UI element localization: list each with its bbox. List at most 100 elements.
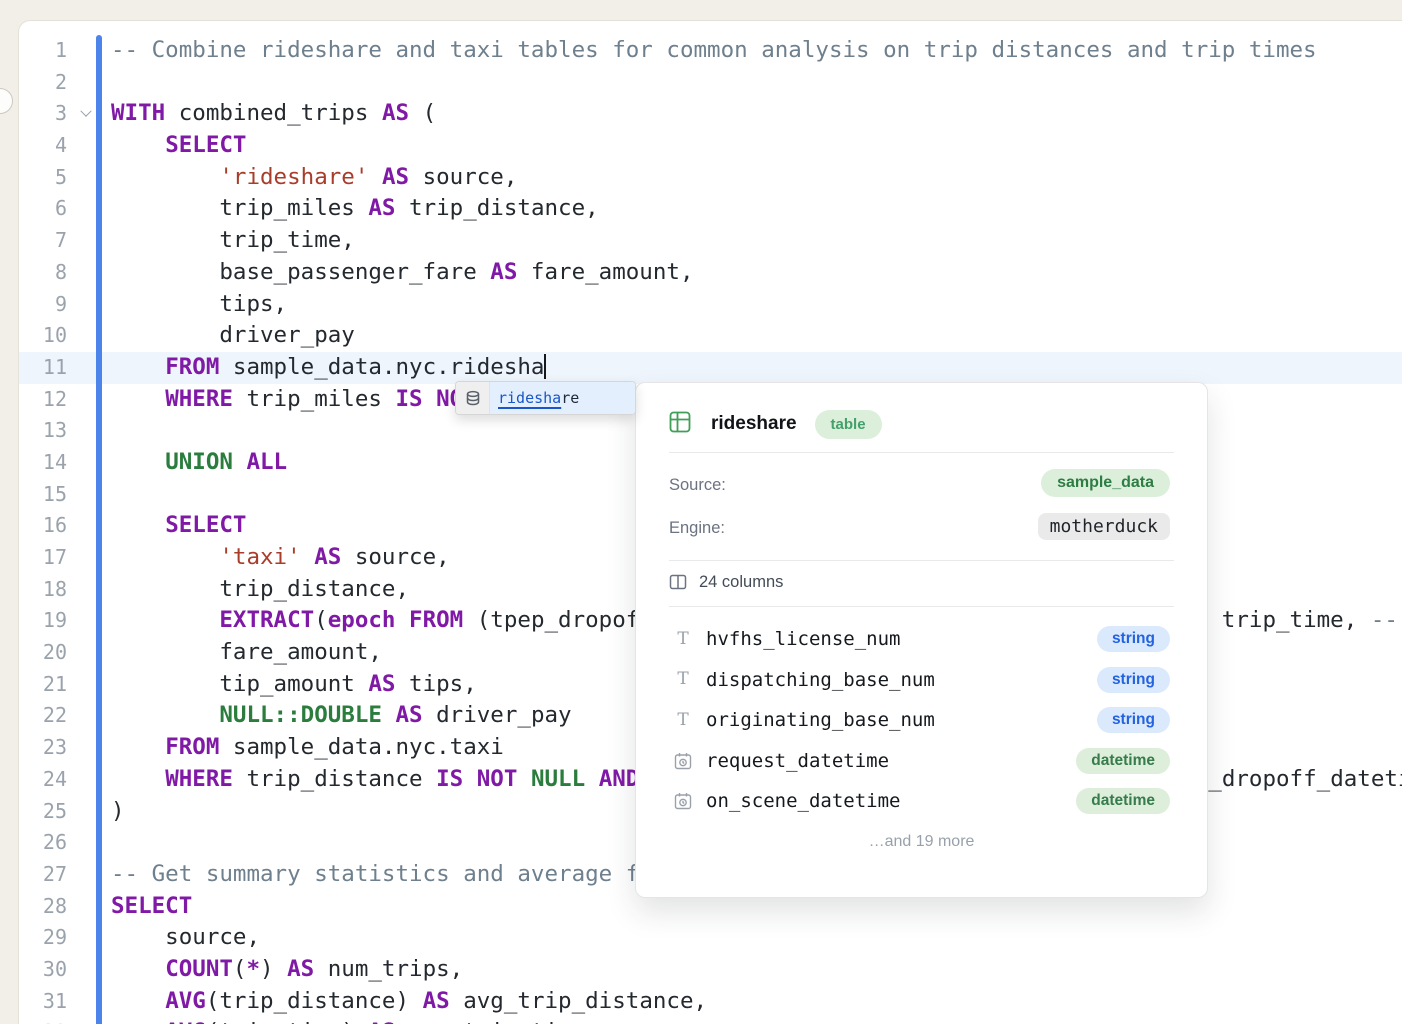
- line-number: 10: [19, 320, 67, 352]
- line-number: 6: [19, 193, 67, 225]
- code-line[interactable]: 9 tips,: [19, 289, 1402, 321]
- column-name: hvfhs_license_num: [706, 628, 900, 650]
- code-line[interactable]: 7 trip_time,: [19, 225, 1402, 257]
- line-number: 17: [19, 542, 67, 574]
- table-info-popover: rideshare table Source: sample_data Engi…: [635, 382, 1208, 898]
- fold-spacer: [75, 35, 97, 67]
- suggestion-matched-text: ridesha: [498, 389, 561, 407]
- code-line[interactable]: 31 AVG(trip_distance) AS avg_trip_distan…: [19, 986, 1402, 1018]
- column-row: on_scene_datetimedatetime: [669, 787, 1170, 815]
- cell-indicator-bar: [96, 35, 102, 1024]
- fold-spacer: [75, 289, 97, 321]
- fold-spacer: [75, 859, 97, 891]
- fold-spacer: [75, 542, 97, 574]
- code-line-text: FROM sample_data.nyc.ridesha: [111, 352, 1402, 384]
- code-line-text: base_passenger_fare AS fare_amount,: [111, 257, 1402, 289]
- fold-spacer: [75, 510, 97, 542]
- line-number: 16: [19, 510, 67, 542]
- suggestion-rest-text: re: [561, 389, 579, 407]
- line-number: 4: [19, 130, 67, 162]
- line-number: 1: [19, 35, 67, 67]
- source-value-badge: sample_data: [1041, 469, 1170, 497]
- code-line[interactable]: 5 'rideshare' AS source,: [19, 162, 1402, 194]
- code-line[interactable]: 6 trip_miles AS trip_distance,: [19, 193, 1402, 225]
- fold-spacer: [75, 384, 97, 416]
- database-icon: [456, 382, 490, 414]
- column-row: Tdispatching_base_num string: [669, 666, 1170, 694]
- calendar-clock-icon: [673, 752, 693, 770]
- line-number: 24: [19, 764, 67, 796]
- line-number: 22: [19, 700, 67, 732]
- line-number: 9: [19, 289, 67, 321]
- line-number: 29: [19, 922, 67, 954]
- code-line-text: SELECT: [111, 130, 1402, 162]
- code-line[interactable]: 10 driver_pay: [19, 320, 1402, 352]
- code-line[interactable]: 1 -- Combine rideshare and taxi tables fo…: [19, 35, 1402, 67]
- fold-spacer: [75, 922, 97, 954]
- line-number: 5: [19, 162, 67, 194]
- engine-label: Engine:: [669, 519, 725, 538]
- code-line-text: -- Combine rideshare and taxi tables for…: [111, 35, 1402, 67]
- line-number: 26: [19, 827, 67, 859]
- line-number: 13: [19, 415, 67, 447]
- divider: [669, 560, 1174, 561]
- code-line[interactable]: 32 AVG(trip_time) AS avg_trip_time,: [19, 1017, 1402, 1024]
- text-type-icon: T: [673, 712, 693, 729]
- fold-spacer: [75, 891, 97, 923]
- fold-chevron-icon[interactable]: [75, 98, 97, 130]
- code-line-text: tips,: [111, 289, 1402, 321]
- line-number: 12: [19, 384, 67, 416]
- code-line[interactable]: 11 FROM sample_data.nyc.ridesha: [19, 352, 1402, 384]
- code-line[interactable]: 4 SELECT: [19, 130, 1402, 162]
- column-type-badge: string: [1097, 626, 1170, 652]
- line-number: 8: [19, 257, 67, 289]
- code-line[interactable]: 3 WITH combined_trips AS (: [19, 98, 1402, 130]
- autocomplete-suggestion-rideshare[interactable]: rideshare: [490, 382, 635, 414]
- code-line[interactable]: 30 COUNT(*) AS num_trips,: [19, 954, 1402, 986]
- line-number: 18: [19, 574, 67, 606]
- line-number: 3: [19, 98, 67, 130]
- line-number: 23: [19, 732, 67, 764]
- fold-spacer: [75, 352, 97, 384]
- columns-count-row: 24 columns: [669, 569, 783, 595]
- column-name: request_datetime: [706, 750, 889, 772]
- autocomplete-popup: rideshare: [455, 381, 636, 415]
- divider: [669, 606, 1174, 607]
- fold-spacer: [75, 479, 97, 511]
- fold-spacer: [75, 67, 97, 99]
- column-name: originating_base_num: [706, 709, 935, 731]
- text-type-icon: T: [673, 631, 693, 648]
- code-line-text: WITH combined_trips AS (: [111, 98, 1402, 130]
- fold-spacer: [75, 320, 97, 352]
- source-label: Source:: [669, 476, 726, 495]
- column-row: Toriginating_base_numstring: [669, 706, 1170, 734]
- fold-spacer: [75, 732, 97, 764]
- column-name: dispatching_base_num: [706, 669, 935, 691]
- line-number: 7: [19, 225, 67, 257]
- fold-spacer: [75, 637, 97, 669]
- fold-spacer: [75, 193, 97, 225]
- calendar-clock-icon: [673, 792, 693, 810]
- line-number: 30: [19, 954, 67, 986]
- code-line[interactable]: 29 source,: [19, 922, 1402, 954]
- code-line[interactable]: 2: [19, 67, 1402, 99]
- collapsed-side-button[interactable]: [0, 88, 13, 114]
- popover-title: rideshare: [711, 413, 797, 435]
- fold-spacer: [75, 954, 97, 986]
- column-type-badge: datetime: [1076, 748, 1170, 774]
- fold-spacer: [75, 130, 97, 162]
- line-number: 25: [19, 796, 67, 828]
- line-number: 2: [19, 67, 67, 99]
- engine-value-badge: motherduck: [1038, 513, 1170, 540]
- fold-spacer: [75, 700, 97, 732]
- code-line[interactable]: 8 base_passenger_fare AS fare_amount,: [19, 257, 1402, 289]
- fold-spacer: [75, 827, 97, 859]
- column-type-badge: string: [1097, 667, 1170, 693]
- line-number: 32: [19, 1017, 67, 1024]
- line-number: 14: [19, 447, 67, 479]
- more-columns-text: …and 19 more: [636, 833, 1207, 851]
- app-background: { "colors": { "page_background": "#f2efe…: [0, 0, 1402, 1024]
- text-type-icon: T: [673, 671, 693, 688]
- line-number: 11: [19, 352, 67, 384]
- table-icon: [669, 411, 691, 438]
